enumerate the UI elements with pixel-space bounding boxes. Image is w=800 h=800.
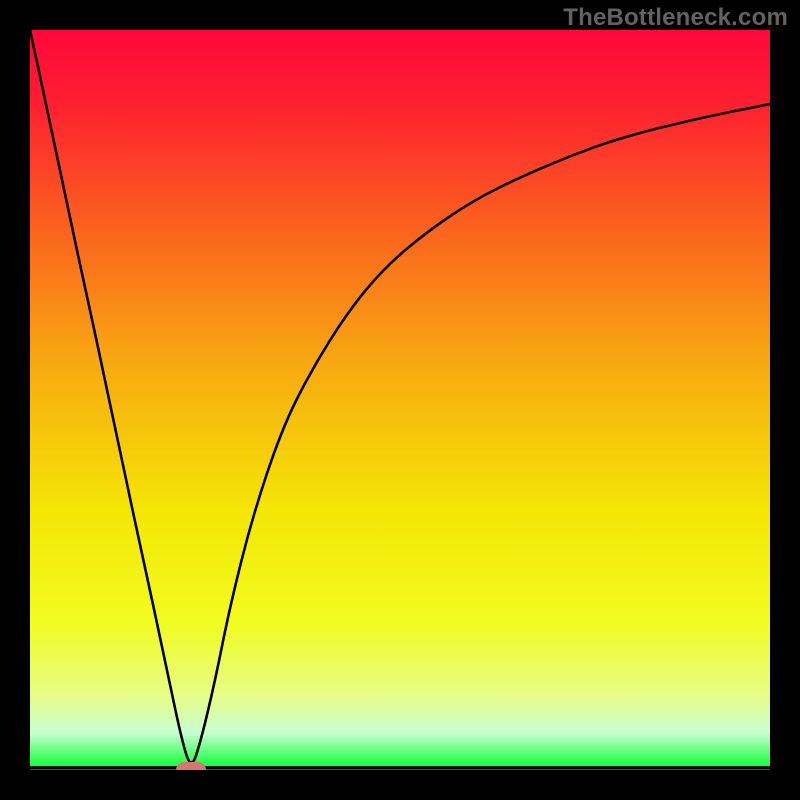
curve-layer [30,30,770,770]
optimal-marker [176,762,206,770]
chart-frame: TheBottleneck.com [0,0,800,800]
watermark-text: TheBottleneck.com [563,4,788,32]
bottleneck-curve [30,30,770,763]
plot-area [30,30,770,770]
